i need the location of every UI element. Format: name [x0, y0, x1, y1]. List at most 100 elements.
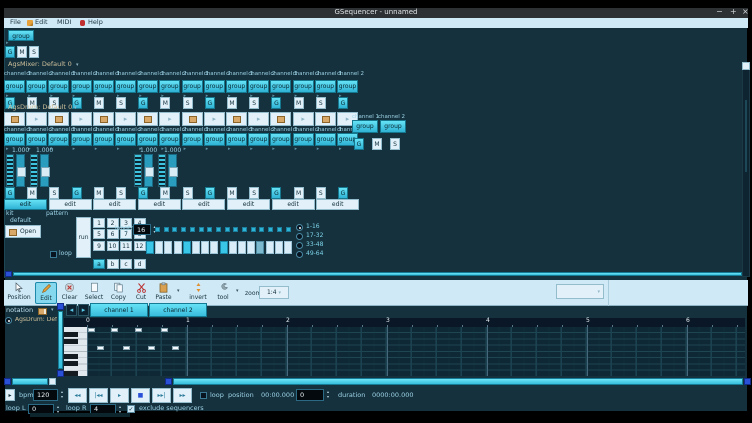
expander-icon[interactable]: ▸ — [73, 147, 76, 151]
panel-hscroll-end-button[interactable] — [49, 378, 56, 385]
pattern-cell[interactable] — [210, 241, 218, 254]
drum-pad-play-button[interactable]: ▸ — [204, 112, 225, 126]
volume-slider[interactable] — [144, 154, 153, 187]
mixer-gms-button-g[interactable]: G — [338, 97, 348, 109]
note[interactable] — [172, 346, 179, 350]
pattern-cell[interactable] — [183, 241, 191, 254]
drum-pad-play-button[interactable]: ▸ — [71, 112, 92, 126]
drum-gms-button-g[interactable]: G — [205, 187, 215, 199]
notation-hscroll-right-button[interactable] — [744, 378, 751, 385]
slider-handle[interactable] — [41, 167, 50, 177]
drum-gms-button-m[interactable]: M — [27, 187, 37, 199]
mixer-group-button[interactable]: group — [93, 80, 114, 93]
menu-midi[interactable]: MIDI — [57, 19, 71, 26]
expander-icon[interactable]: ▸ — [317, 147, 320, 151]
mixer-gms-button-s[interactable]: S — [316, 97, 326, 109]
drum-pad-open-button[interactable] — [315, 112, 336, 126]
notation-vscroll-bottom-button[interactable] — [57, 370, 64, 377]
pattern-cell[interactable] — [266, 241, 274, 254]
mixer-group-button[interactable]: group — [182, 80, 203, 93]
drum-group-button[interactable]: group — [293, 133, 314, 146]
expander-icon[interactable]: ▸ — [184, 147, 187, 151]
next-button[interactable]: ▸▸| — [152, 388, 171, 403]
mixer-gms-button-g[interactable]: G — [271, 97, 281, 109]
note[interactable] — [97, 346, 104, 350]
drum-group-button[interactable]: group — [115, 133, 136, 146]
drum-pad-open-button[interactable] — [182, 112, 203, 126]
mixer-group-button[interactable]: group — [115, 80, 136, 93]
mixer-gms-button-s[interactable]: S — [249, 97, 259, 109]
pattern-cell[interactable] — [284, 241, 292, 254]
pattern-cell[interactable] — [275, 241, 283, 254]
bank-letter-button[interactable]: a — [93, 259, 105, 269]
drum-pad-open-button[interactable] — [270, 112, 291, 126]
chevron-down-icon[interactable]: ▾ — [236, 288, 239, 294]
mixer-group-button[interactable]: group — [137, 80, 158, 93]
pattern-cell[interactable] — [238, 241, 246, 254]
drum-gms-button-m[interactable]: M — [227, 187, 237, 199]
chevron-down-icon[interactable]: ▾ — [76, 62, 79, 68]
bank-number-button[interactable]: 9 — [93, 241, 105, 251]
mixer-gms-button-m[interactable]: M — [160, 97, 170, 109]
piano-black-key[interactable] — [64, 361, 78, 366]
drum-group-button[interactable]: group — [204, 133, 225, 146]
panel-hscrollbar[interactable] — [12, 378, 48, 385]
notation-hscrollbar[interactable] — [173, 378, 743, 385]
mixer-gms-button-s[interactable]: S — [183, 97, 193, 109]
mixer-group-button[interactable]: group — [48, 80, 69, 93]
mixer-group-button[interactable]: group — [226, 80, 247, 93]
bank-number-button[interactable]: 11 — [120, 241, 132, 251]
rewind-button[interactable]: ◂◂ — [68, 388, 87, 403]
expander-icon[interactable]: ▸ — [206, 147, 209, 151]
mixer-group-button[interactable]: group — [71, 80, 92, 93]
drum-gms-button-s[interactable]: S — [49, 187, 59, 199]
mixer-group-button[interactable]: group — [337, 80, 358, 93]
drum-gms-button-m[interactable]: M — [160, 187, 170, 199]
stop-button[interactable]: ■ — [131, 388, 150, 403]
mixer-gms-button-g[interactable]: G — [205, 97, 215, 109]
drum-pad-play-button[interactable]: ▸ — [248, 112, 269, 126]
chevron-down-icon[interactable]: ▾ — [51, 308, 54, 314]
volume-slider[interactable] — [168, 154, 177, 187]
toolbar-cut-button[interactable]: Cut — [131, 282, 151, 304]
mixer-group-button[interactable]: group — [4, 80, 25, 93]
expander-icon[interactable]: ▸ — [95, 147, 98, 151]
note[interactable] — [88, 328, 95, 332]
piano-black-key[interactable] — [64, 371, 78, 376]
notation-machine-radio[interactable] — [5, 317, 12, 324]
bank-letter-button[interactable]: d — [134, 259, 146, 269]
loop-checkbox[interactable] — [200, 392, 207, 399]
mixer-group-button[interactable]: group — [159, 80, 180, 93]
drum-pad-open-button[interactable] — [4, 112, 25, 126]
drum-group-button[interactable]: group — [71, 133, 92, 146]
mixer-group-button[interactable]: group — [26, 80, 47, 93]
bank-letter-button[interactable]: c — [120, 259, 132, 269]
open-button[interactable]: Open — [5, 225, 41, 238]
drum-group-button[interactable]: group — [48, 133, 69, 146]
drum-pad-play-button[interactable]: ▸ — [159, 112, 180, 126]
pattern-loop-checkbox[interactable] — [50, 251, 57, 258]
mixer-group-button[interactable]: group — [315, 80, 336, 93]
drum-gms-button-g[interactable]: G — [271, 187, 281, 199]
drum-group-button[interactable]: group — [159, 133, 180, 146]
toolbar-edit-button[interactable]: Edit — [35, 282, 57, 304]
drum-edit-button[interactable]: edit — [49, 199, 92, 210]
drum-edit-button[interactable]: edit — [4, 199, 47, 210]
slider-handle[interactable] — [169, 167, 178, 177]
drum-pad-play-button[interactable]: ▸ — [115, 112, 136, 126]
bank-number-button[interactable]: 10 — [107, 241, 119, 251]
drum-edit-button[interactable]: edit — [227, 199, 270, 210]
menu-edit[interactable]: Edit — [35, 19, 48, 26]
volume-slider[interactable] — [40, 154, 49, 187]
machines-vscroll-thumb[interactable] — [745, 100, 747, 172]
expander-icon[interactable]: ▸ — [339, 147, 342, 151]
drum-edit-button[interactable]: edit — [182, 199, 225, 210]
drum-master-gms-button-s[interactable]: S — [390, 138, 400, 150]
gms-button-m[interactable]: M — [17, 46, 27, 58]
drum-edit-button[interactable]: edit — [138, 199, 181, 210]
toolbar-clear-button[interactable]: Clear — [58, 282, 81, 304]
range-radio[interactable] — [296, 224, 303, 231]
drum-group-button[interactable]: group — [226, 133, 247, 146]
drum-gms-button-s[interactable]: S — [249, 187, 259, 199]
maximize-button[interactable]: + — [730, 8, 737, 17]
